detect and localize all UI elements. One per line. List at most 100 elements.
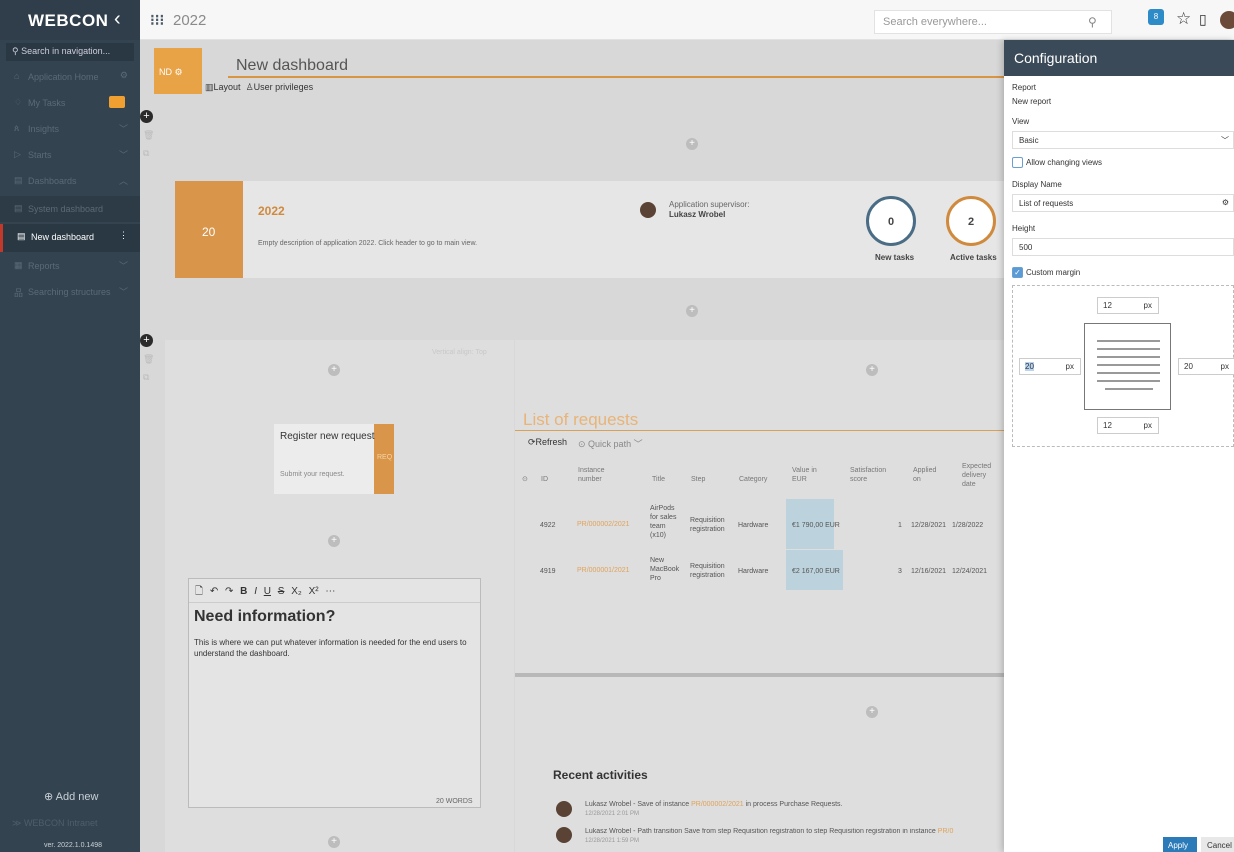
undo-icon[interactable]: ↶	[210, 586, 218, 597]
book-icon[interactable]: ▯	[1199, 11, 1207, 28]
tasks-badge	[109, 96, 125, 108]
sidebar-item-new-dashboard[interactable]: ▤ New dashboard ⋮	[0, 224, 140, 252]
notification-icon[interactable]: 8	[1148, 9, 1164, 25]
sidebar-item-label: Application Home	[28, 72, 99, 82]
more-icon[interactable]: ⋯	[325, 586, 335, 597]
add-widget-icon[interactable]: +	[328, 535, 340, 547]
sidebar-item-reports[interactable]: ▦ Reports ﹀	[0, 253, 140, 279]
column-header[interactable]: Value in EUR	[792, 466, 824, 484]
custom-margin-checkbox[interactable]: ✓	[1012, 267, 1023, 278]
add-widget-icon[interactable]: +	[866, 364, 878, 376]
activity-item[interactable]: Lukasz Wrobel - Path transition Save fro…	[585, 828, 1004, 835]
column-header[interactable]: Instance number	[578, 466, 620, 484]
select-all-checkbox[interactable]: ⊙	[522, 475, 528, 484]
superscript-icon[interactable]: X²	[309, 586, 319, 597]
add-widget-icon[interactable]: +	[328, 836, 340, 848]
trash-icon[interactable]: 🗑	[143, 130, 154, 141]
add-widget-icon[interactable]: +	[328, 364, 340, 376]
global-search-input[interactable]: Search everywhere...	[874, 10, 1112, 34]
dashboard-tile[interactable]: ND ⚙	[154, 48, 202, 94]
sidebar-item-dashboards[interactable]: ▤ Dashboards ︿	[0, 168, 140, 194]
italic-icon[interactable]: I	[254, 586, 257, 597]
copy-icon[interactable]: ⧉	[143, 372, 149, 383]
trash-icon[interactable]: 🗑	[143, 354, 154, 365]
column-header[interactable]: Satisfaction score	[850, 466, 892, 484]
margin-left-input[interactable]: 20 px	[1019, 358, 1081, 375]
application-description: Empty description of application 2022. C…	[258, 240, 478, 247]
instance-link[interactable]: PR/000002/2021	[577, 521, 630, 528]
add-section-icon[interactable]: +	[686, 305, 698, 317]
activity-link[interactable]: PR/000002/2021	[691, 801, 744, 808]
view-label: View	[1012, 117, 1030, 126]
tab-user-privileges[interactable]: ♙User privileges	[246, 82, 314, 92]
sidebar-item-system-dashboard[interactable]: ▤ System dashboard	[0, 196, 140, 222]
redo-icon[interactable]: ↷	[225, 586, 233, 597]
tab-layout[interactable]: ▥Layout	[205, 82, 241, 92]
document-icon[interactable]: 🗋	[195, 586, 203, 597]
add-row-icon[interactable]: +	[140, 334, 153, 347]
sidebar-item-application-home[interactable]: ⌂ Application Home ⚙	[0, 64, 140, 90]
intranet-link[interactable]: ≫ WEBCON Intranet	[12, 818, 97, 829]
application-tile[interactable]: 20	[175, 181, 243, 278]
height-label: Height	[1012, 224, 1036, 233]
people-icon: ጰ	[14, 123, 20, 133]
strikethrough-icon[interactable]: S	[278, 586, 285, 597]
unit-label: px	[1065, 362, 1074, 371]
column-header[interactable]: Expected delivery date	[962, 462, 1000, 489]
add-section-icon[interactable]: +	[686, 138, 698, 150]
nav-search-input[interactable]: ⚲ Search in navigation...	[6, 43, 134, 61]
search-icon[interactable]: ⚲	[1088, 15, 1097, 29]
column-header[interactable]: Category	[739, 475, 773, 484]
allow-views-checkbox[interactable]	[1012, 157, 1023, 168]
translate-icon[interactable]: ⚙	[1222, 198, 1229, 207]
view-select-value: Basic	[1019, 136, 1039, 145]
margin-top-input[interactable]: 12 px	[1097, 297, 1159, 314]
subscript-icon[interactable]: X₂	[291, 586, 302, 597]
webcon-logo[interactable]: WEBCON	[28, 11, 108, 31]
display-name-input[interactable]: List of requests ⚙	[1012, 194, 1234, 212]
app-grid-icon[interactable]: ⁝⁝⁝	[150, 11, 164, 29]
editor-heading[interactable]: Need information?	[194, 608, 335, 626]
sidebar-item-starts[interactable]: ▷ Starts ﹀	[0, 142, 140, 168]
dashboard-icon: ▤	[14, 203, 23, 213]
activity-item[interactable]: Lukasz Wrobel - Save of instance PR/0000…	[585, 801, 842, 808]
height-input[interactable]: 500	[1012, 238, 1234, 256]
application-title[interactable]: 2022	[258, 204, 285, 218]
column-header[interactable]: Title	[652, 475, 676, 484]
margin-bottom-input[interactable]: 12 px	[1097, 417, 1159, 434]
report-title: List of requests	[523, 410, 639, 429]
refresh-button[interactable]: ⟳Refresh	[528, 437, 567, 448]
instance-link[interactable]: PR/000001/2021	[577, 567, 630, 574]
active-tasks-counter[interactable]: 2	[946, 196, 996, 246]
underline-icon[interactable]: U	[264, 586, 271, 597]
user-avatar[interactable]	[1220, 11, 1234, 29]
copy-icon[interactable]: ⧉	[143, 148, 149, 159]
collapse-sidebar-icon[interactable]: ‹	[114, 8, 121, 31]
apply-button[interactable]: Apply	[1163, 837, 1197, 852]
add-new-button[interactable]: ⊕ Add new	[44, 790, 98, 803]
column-header[interactable]: Step	[691, 475, 721, 484]
editor-body[interactable]: This is where we can put whatever inform…	[194, 637, 474, 659]
activity-link[interactable]: PR/0	[938, 828, 954, 835]
dashboard-name-input[interactable]: New dashboard	[228, 52, 1004, 78]
vertical-align-select[interactable]: Vertical align: Top	[432, 349, 487, 356]
column-header[interactable]: ID	[541, 475, 563, 484]
app-title[interactable]: 2022	[173, 12, 206, 29]
add-row-icon[interactable]: +	[140, 110, 153, 123]
tab-privileges-label: User privileges	[253, 82, 314, 92]
column-header[interactable]: Applied on	[913, 466, 939, 484]
settings-icon[interactable]: ⚙	[120, 70, 128, 81]
cancel-button[interactable]: Cancel	[1201, 837, 1234, 852]
add-widget-icon[interactable]: +	[866, 706, 878, 718]
sidebar-item-searching-structures[interactable]: 品 Searching structures ﹀	[0, 279, 140, 305]
sidebar-item-insights[interactable]: ጰ Insights ﹀	[0, 116, 140, 142]
quick-path-button[interactable]: ⊙ Quick path ﹀	[578, 437, 643, 450]
bold-icon[interactable]: B	[240, 586, 247, 597]
margin-right-input[interactable]: 20 px	[1178, 358, 1234, 375]
new-tasks-counter[interactable]: 0	[866, 196, 916, 246]
view-select[interactable]: Basic ﹀	[1012, 131, 1234, 149]
table-cell-id: 4922	[540, 522, 556, 529]
custom-margin-label: Custom margin	[1026, 268, 1081, 277]
star-icon[interactable]: ☆	[1176, 9, 1191, 29]
more-icon[interactable]: ⋮	[119, 230, 128, 241]
